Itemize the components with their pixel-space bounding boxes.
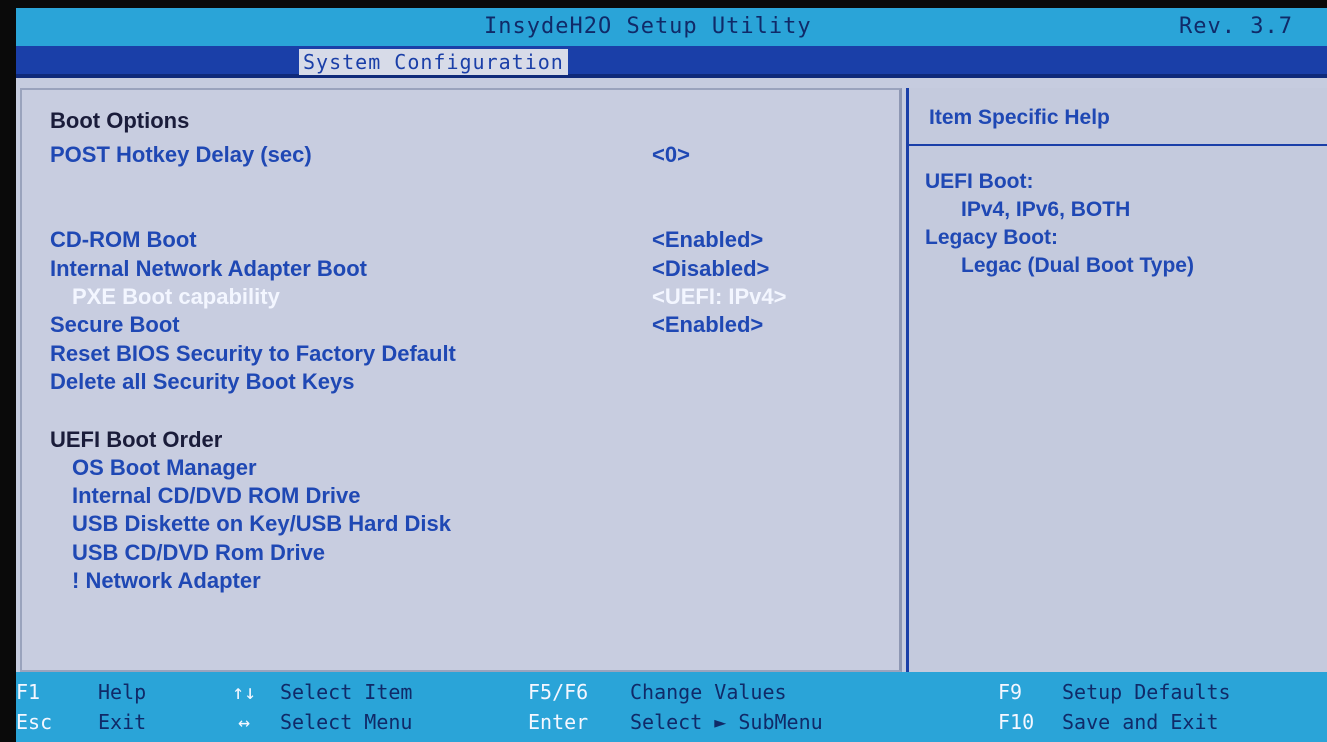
post-hotkey-delay-value[interactable]: <0>: [652, 142, 690, 168]
delete-security-boot-keys-item[interactable]: Delete all Security Boot Keys: [50, 369, 354, 395]
utility-title: InsydeH2O Setup Utility: [484, 14, 812, 39]
enter-key: Enter: [528, 710, 589, 734]
cdrom-boot-value[interactable]: <Enabled>: [652, 227, 763, 253]
help-title: Item Specific Help: [929, 106, 1110, 129]
boot-order-item[interactable]: USB CD/DVD Rom Drive: [72, 540, 325, 566]
pxe-boot-capability-item[interactable]: PXE Boot capability: [72, 284, 280, 310]
arrow-updown-key: ↑↓: [232, 680, 257, 704]
select-submenu-hint: Select ► SubMenu: [630, 710, 823, 734]
internal-network-adapter-boot-value[interactable]: <Disabled>: [652, 256, 769, 282]
help-line: UEFI Boot:: [925, 170, 1034, 193]
help-panel: Item Specific Help UEFI Boot: IPv4, IPv6…: [906, 88, 1327, 672]
help-hint: Help: [98, 680, 147, 704]
main-area: Boot Options POST Hotkey Delay (sec) <0>…: [16, 78, 1327, 672]
exit-hint: Exit: [98, 710, 147, 734]
help-header: Item Specific Help: [909, 88, 1327, 146]
revision-label: Rev. 3.7: [1179, 14, 1293, 39]
settings-panel: Boot Options POST Hotkey Delay (sec) <0>…: [20, 88, 902, 672]
boot-options-heading: Boot Options: [50, 108, 190, 133]
pxe-boot-capability-value[interactable]: <UEFI: IPv4>: [652, 284, 787, 310]
internal-network-adapter-boot-item[interactable]: Internal Network Adapter Boot: [50, 256, 367, 282]
menu-tab-bar: System Configuration: [16, 46, 1327, 78]
secure-boot-item[interactable]: Secure Boot: [50, 312, 180, 338]
boot-order-item[interactable]: USB Diskette on Key/USB Hard Disk: [72, 511, 451, 537]
select-item-hint: Select Item: [280, 680, 413, 704]
reset-bios-security-item[interactable]: Reset BIOS Security to Factory Default: [50, 341, 456, 367]
setup-defaults-hint: Setup Defaults: [1062, 680, 1231, 704]
key-help-footer: F1 Help ↑↓ Select Item F5/F6 Change Valu…: [16, 672, 1327, 742]
boot-order-item[interactable]: OS Boot Manager: [72, 455, 257, 481]
tab-system-configuration[interactable]: System Configuration: [299, 49, 568, 75]
arrow-leftright-key: ↔: [238, 710, 251, 734]
change-values-hint: Change Values: [630, 680, 787, 704]
esc-key: Esc: [16, 710, 53, 734]
select-menu-hint: Select Menu: [280, 710, 413, 734]
f1-key: F1: [16, 680, 41, 704]
help-line: Legac (Dual Boot Type): [961, 254, 1194, 277]
help-line: IPv4, IPv6, BOTH: [961, 198, 1131, 221]
post-hotkey-delay-item[interactable]: POST Hotkey Delay (sec): [50, 142, 312, 168]
title-bar: InsydeH2O Setup Utility Rev. 3.7: [16, 8, 1327, 46]
help-line: Legacy Boot:: [925, 226, 1059, 249]
boot-order-item[interactable]: Internal CD/DVD ROM Drive: [72, 483, 361, 509]
uefi-boot-order-heading: UEFI Boot Order: [50, 427, 223, 452]
f9-key: F9: [998, 680, 1023, 704]
boot-order-item[interactable]: ! Network Adapter: [72, 568, 261, 594]
cdrom-boot-item[interactable]: CD-ROM Boot: [50, 227, 197, 253]
secure-boot-value[interactable]: <Enabled>: [652, 312, 763, 338]
save-and-exit-hint: Save and Exit: [1062, 710, 1219, 734]
f10-key: F10: [998, 710, 1035, 734]
f5-f6-key: F5/F6: [528, 680, 589, 704]
bios-screen: InsydeH2O Setup Utility Rev. 3.7 System …: [16, 8, 1327, 742]
